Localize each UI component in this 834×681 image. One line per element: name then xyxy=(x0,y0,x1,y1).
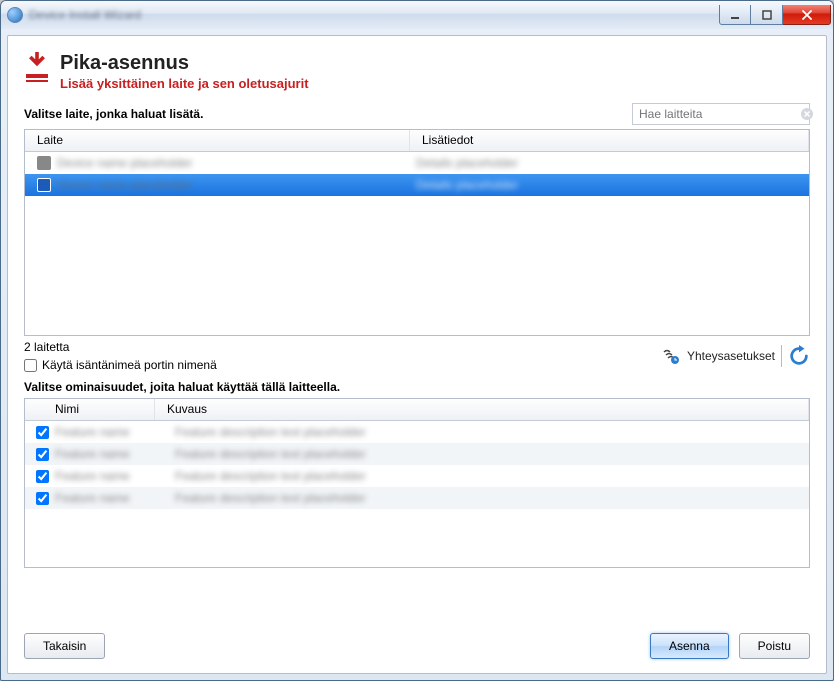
minimize-icon xyxy=(730,10,740,20)
right-buttons: Asenna Poistu xyxy=(650,633,810,659)
minimize-button[interactable] xyxy=(719,5,751,25)
printer-icon xyxy=(37,178,51,192)
divider xyxy=(781,345,782,367)
feature-row[interactable]: Feature name Feature description text pl… xyxy=(25,421,809,443)
feature-row[interactable]: Feature name Feature description text pl… xyxy=(25,487,809,509)
page-header: Pika-asennus Lisää yksittäinen laite ja … xyxy=(24,52,810,91)
features-table-body: Feature name Feature description text pl… xyxy=(25,421,809,509)
window-frame: Device Install Wizard Pika-asennu xyxy=(0,0,834,681)
feature-desc: Feature description text placeholder xyxy=(175,469,805,483)
feature-checkbox[interactable] xyxy=(36,470,49,483)
button-row: Takaisin Asenna Poistu xyxy=(24,633,810,659)
app-icon xyxy=(7,7,23,23)
search-input[interactable] xyxy=(633,105,800,123)
titlebar: Device Install Wizard xyxy=(1,1,833,29)
content: Pika-asennus Lisää yksittäinen laite ja … xyxy=(7,35,827,674)
features-table: Nimi Kuvaus Feature name Feature descrip… xyxy=(24,398,810,568)
col-details[interactable]: Lisätiedot xyxy=(410,130,809,151)
exit-button[interactable]: Poistu xyxy=(739,633,810,659)
feature-checkbox[interactable] xyxy=(36,492,49,505)
device-table-body: Device name placeholder Details placehol… xyxy=(25,152,809,196)
feature-name: Feature name xyxy=(55,447,175,461)
device-count: 2 laitetta xyxy=(24,340,217,354)
refresh-icon xyxy=(788,345,810,367)
col-device[interactable]: Laite xyxy=(25,130,410,151)
device-name: Device name placeholder xyxy=(57,178,192,192)
refresh-button[interactable] xyxy=(788,345,810,367)
feature-checkbox[interactable] xyxy=(36,426,49,439)
communication-settings-link[interactable]: Yhteysasetukset xyxy=(687,349,775,363)
device-row[interactable]: Device name placeholder Details placehol… xyxy=(25,152,809,174)
install-button[interactable]: Asenna xyxy=(650,633,729,659)
close-button[interactable] xyxy=(783,5,831,25)
select-features-label: Valitse ominaisuudet, joita haluat käytt… xyxy=(24,380,810,394)
feature-name: Feature name xyxy=(55,491,175,505)
header-text: Pika-asennus Lisää yksittäinen laite ja … xyxy=(60,52,309,91)
feature-row[interactable]: Feature name Feature description text pl… xyxy=(25,465,809,487)
device-table: Laite Lisätiedot Device name placeholder… xyxy=(24,129,810,336)
feature-name: Feature name xyxy=(55,469,175,483)
col-feature-desc[interactable]: Kuvaus xyxy=(155,399,809,420)
feature-desc: Feature description text placeholder xyxy=(175,425,805,439)
window-controls xyxy=(719,5,831,25)
device-details: Details placeholder xyxy=(416,156,797,170)
install-icon xyxy=(24,52,50,82)
device-section-header: Valitse laite, jonka haluat lisätä. xyxy=(24,103,810,125)
device-footer-row: 2 laitetta Käytä isäntänimeä portin nime… xyxy=(24,340,810,372)
close-icon xyxy=(802,10,812,20)
use-host-port-input[interactable] xyxy=(24,359,37,372)
maximize-button[interactable] xyxy=(751,5,783,25)
printer-icon xyxy=(37,156,51,170)
page-subtitle: Lisää yksittäinen laite ja sen oletusaju… xyxy=(60,76,309,91)
device-details: Details placeholder xyxy=(416,178,797,192)
use-host-port-label: Käytä isäntänimeä portin nimenä xyxy=(42,358,217,372)
feature-desc: Feature description text placeholder xyxy=(175,447,805,461)
page-title: Pika-asennus xyxy=(60,52,309,74)
feature-row[interactable]: Feature name Feature description text pl… xyxy=(25,443,809,465)
clear-search-button[interactable] xyxy=(800,105,814,123)
device-name: Device name placeholder xyxy=(57,156,192,170)
feature-checkbox[interactable] xyxy=(36,448,49,461)
window-title: Device Install Wizard xyxy=(29,8,719,22)
maximize-icon xyxy=(762,10,772,20)
col-feature-name[interactable]: Nimi xyxy=(25,399,155,420)
search-box[interactable] xyxy=(632,103,810,125)
use-host-port-checkbox[interactable]: Käytä isäntänimeä portin nimenä xyxy=(24,358,217,372)
clear-icon xyxy=(800,107,814,121)
features-table-header: Nimi Kuvaus xyxy=(25,399,809,421)
select-device-label: Valitse laite, jonka haluat lisätä. xyxy=(24,107,203,121)
communication-icon xyxy=(661,346,681,366)
device-footer-left: 2 laitetta Käytä isäntänimeä portin nime… xyxy=(24,340,217,372)
feature-name: Feature name xyxy=(55,425,175,439)
device-row[interactable]: Device name placeholder Details placehol… xyxy=(25,174,809,196)
back-button[interactable]: Takaisin xyxy=(24,633,105,659)
feature-desc: Feature description text placeholder xyxy=(175,491,805,505)
device-footer-right: Yhteysasetukset xyxy=(661,345,810,367)
device-table-header: Laite Lisätiedot xyxy=(25,130,809,152)
